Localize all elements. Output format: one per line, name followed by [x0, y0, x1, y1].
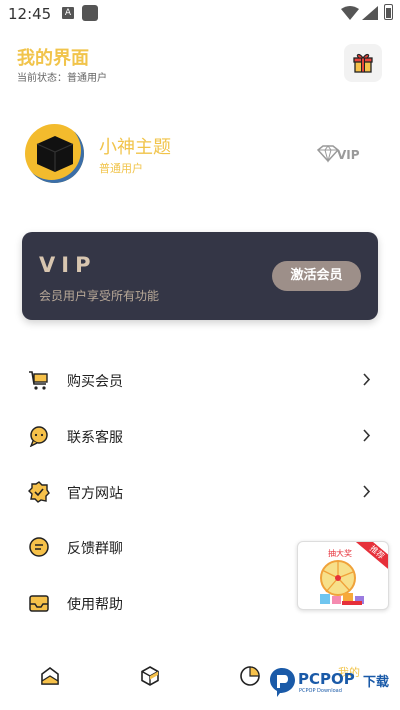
status-bar: 12:45 A	[0, 0, 400, 28]
box-avatar-icon	[36, 136, 74, 172]
signal-icon	[362, 6, 378, 20]
chevron-right-icon	[363, 429, 371, 442]
cube-icon[interactable]	[138, 664, 162, 688]
pcpop-logo-icon	[270, 668, 295, 697]
current-state-label: 当前状态：普通用户	[17, 73, 107, 84]
cart-icon	[29, 371, 48, 390]
profile-level: 普通用户	[99, 162, 143, 175]
gift-button[interactable]	[344, 44, 382, 82]
menu-label: 购买会员	[67, 374, 123, 390]
lottery-promo-widget[interactable]: 推荐 抽大奖	[297, 541, 389, 610]
chevron-right-icon	[363, 373, 371, 386]
menu-item-contact-support[interactable]: 联系客服	[0, 412, 400, 462]
menu-label: 反馈群聊	[67, 541, 123, 557]
profile-name: 小神主题	[99, 137, 171, 158]
menu-label: 联系客服	[67, 430, 123, 446]
menu-item-official-site[interactable]: 官方网站	[0, 468, 400, 518]
chat-icon	[29, 426, 48, 447]
menu-item-buy-vip[interactable]: 购买会员	[0, 356, 400, 406]
svg-text:VIP: VIP	[337, 148, 360, 162]
pie-chart-icon[interactable]	[238, 664, 262, 688]
vip-diamond-badge: VIP	[316, 145, 360, 163]
feedback-icon	[29, 537, 49, 557]
watermark-sub: PCPOP Download	[299, 688, 342, 694]
watermark-brand-cn: 下载	[363, 675, 390, 690]
notification-a-icon: A	[62, 7, 74, 19]
gift-icon	[353, 54, 373, 73]
badge-check-icon	[28, 481, 50, 503]
menu-label: 使用帮助	[67, 597, 123, 613]
avatar[interactable]	[25, 124, 84, 183]
watermark-brand: PCPOP	[298, 670, 355, 688]
vip-title: VIP	[39, 253, 97, 277]
home-icon[interactable]	[38, 664, 62, 688]
help-inbox-icon	[29, 595, 49, 612]
vip-card: VIP 会员用户享受所有功能 激活会员	[22, 232, 378, 320]
notification-square-icon	[82, 5, 98, 21]
vip-description: 会员用户享受所有功能	[39, 289, 160, 303]
battery-icon	[384, 4, 393, 20]
activate-vip-button[interactable]: 激活会员	[272, 261, 361, 291]
prize-wheel-icon	[320, 560, 364, 605]
chevron-right-icon	[363, 485, 371, 498]
pcpop-watermark: PCPOP 下载 PCPOP Download	[268, 664, 392, 700]
status-time: 12:45	[8, 5, 52, 23]
page-title: 我的界面	[17, 48, 89, 69]
menu-label: 官方网站	[67, 486, 123, 502]
wifi-icon	[341, 6, 359, 20]
